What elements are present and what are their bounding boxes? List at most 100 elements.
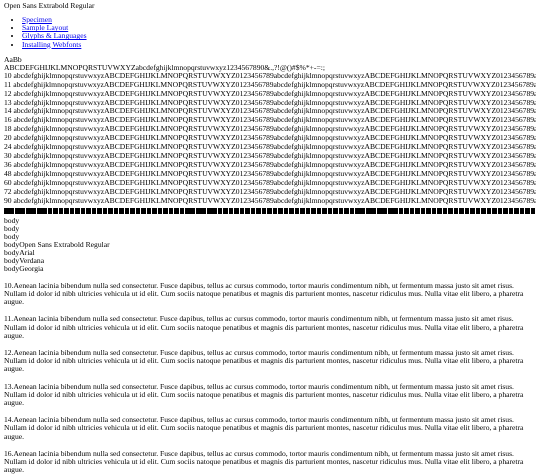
glyph-block bbox=[344, 208, 349, 214]
glyph-block bbox=[278, 208, 283, 214]
glyph-block bbox=[487, 208, 492, 214]
glyph-block bbox=[333, 208, 338, 214]
glyph-block bbox=[59, 208, 64, 214]
glyph-block bbox=[520, 208, 525, 214]
size-row: 60 abcdefghijklmnopqrstuvwxyzABCDEFGHIJK… bbox=[4, 179, 536, 188]
glyph-block bbox=[465, 208, 470, 214]
page-title: Open Sans Extrabold Regular bbox=[4, 2, 536, 10]
glyph-block bbox=[245, 208, 250, 214]
size-row: 30 abcdefghijklmnopqrstuvwxyzABCDEFGHIJK… bbox=[4, 152, 536, 161]
glyph-block bbox=[31, 208, 36, 214]
font-compare-line: bodyArial bbox=[4, 249, 536, 257]
size-row: 16 abcdefghijklmnopqrstuvwxyzABCDEFGHIJK… bbox=[4, 116, 536, 125]
glyph-block bbox=[300, 208, 305, 214]
glyph-block bbox=[201, 208, 206, 214]
glyph-block bbox=[317, 208, 322, 214]
glyph-block bbox=[481, 208, 486, 214]
paragraph-samples: 10.Aenean lacinia bibendum nulla sed con… bbox=[4, 282, 536, 474]
glyph-block bbox=[295, 208, 300, 214]
nav-link-installing-webfonts[interactable]: Installing Webfonts bbox=[22, 40, 81, 49]
glyph-block bbox=[306, 208, 311, 214]
glyph-block bbox=[86, 208, 91, 214]
glyph-block bbox=[492, 208, 497, 214]
glyph-block bbox=[185, 208, 190, 214]
glyph-block bbox=[525, 208, 530, 214]
nav-item-specimen: Specimen bbox=[22, 16, 536, 24]
glyph-block bbox=[415, 208, 420, 214]
glyph-block bbox=[509, 208, 514, 214]
nav-item-glyphs-languages: Glyphs & Languages bbox=[22, 32, 536, 40]
glyph-block bbox=[377, 208, 382, 214]
glyph-block bbox=[212, 208, 217, 214]
size-row: 90 abcdefghijklmnopqrstuvwxyzABCDEFGHIJK… bbox=[4, 197, 536, 206]
glyph-block bbox=[454, 208, 459, 214]
glyph-block bbox=[20, 208, 25, 214]
glyph-block bbox=[130, 208, 135, 214]
glyph-block bbox=[289, 208, 294, 214]
glyph-block bbox=[207, 208, 212, 214]
glyph-block bbox=[388, 208, 393, 214]
glyph-block bbox=[262, 208, 267, 214]
missing-glyph-blocks bbox=[4, 208, 536, 215]
glyph-block bbox=[136, 208, 141, 214]
glyph-block bbox=[92, 208, 97, 214]
glyph-block bbox=[64, 208, 69, 214]
glyph-block bbox=[190, 208, 195, 214]
glyph-block bbox=[240, 208, 245, 214]
glyph-block bbox=[339, 208, 344, 214]
glyph-block bbox=[448, 208, 453, 214]
glyph-block bbox=[459, 208, 464, 214]
size-rows: 10 abcdefghijklmnopqrstuvwxyzABCDEFGHIJK… bbox=[4, 72, 536, 206]
glyph-block bbox=[251, 208, 256, 214]
glyph-block bbox=[75, 208, 80, 214]
paragraph-sample: 16.Aenean lacinia bibendum nulla sed con… bbox=[4, 450, 536, 474]
glyph-block bbox=[273, 208, 278, 214]
glyph-block bbox=[399, 208, 404, 214]
glyph-block bbox=[223, 208, 228, 214]
glyph-block bbox=[158, 208, 163, 214]
glyph-block bbox=[15, 208, 20, 214]
glyph-block bbox=[311, 208, 316, 214]
glyph-block bbox=[119, 208, 124, 214]
glyph-block bbox=[169, 208, 174, 214]
font-comparison: body body body bodyOpen Sans Extrabold R… bbox=[4, 217, 536, 272]
glyph-block bbox=[196, 208, 201, 214]
nav-list: Specimen Sample Layout Glyphs & Language… bbox=[4, 16, 536, 49]
glyph-block bbox=[366, 208, 371, 214]
glyph-block bbox=[70, 208, 75, 214]
glyph-block bbox=[284, 208, 289, 214]
paragraph-sample: 13.Aenean lacinia bibendum nulla sed con… bbox=[4, 383, 536, 408]
paragraph-sample: 11.Aenean lacinia bibendum nulla sed con… bbox=[4, 315, 536, 340]
size-row: 12 abcdefghijklmnopqrstuvwxyzABCDEFGHIJK… bbox=[4, 90, 536, 99]
glyph-block bbox=[114, 208, 119, 214]
font-compare-line: bodyOpen Sans Extrabold Regular bbox=[4, 241, 536, 249]
glyph-block bbox=[404, 208, 409, 214]
glyph-block bbox=[426, 208, 431, 214]
glyph-block bbox=[218, 208, 223, 214]
glyph-block bbox=[322, 208, 327, 214]
glyph-block bbox=[350, 208, 355, 214]
glyph-block bbox=[498, 208, 503, 214]
sample-aabb: AaBb bbox=[4, 56, 536, 64]
glyph-block bbox=[4, 208, 9, 214]
glyph-block bbox=[9, 208, 14, 214]
glyph-block bbox=[234, 208, 239, 214]
glyph-block bbox=[443, 208, 448, 214]
glyph-block bbox=[531, 208, 536, 214]
glyph-block bbox=[360, 208, 365, 214]
alphabet-sample: ABCDEFGHIJKLMNOPQRSTUVWXYZabcdefghijklmn… bbox=[4, 64, 536, 72]
paragraph-sample: 10.Aenean lacinia bibendum nulla sed con… bbox=[4, 282, 536, 307]
glyph-block bbox=[437, 208, 442, 214]
glyph-block bbox=[476, 208, 481, 214]
glyph-block bbox=[26, 208, 31, 214]
size-row: 36 abcdefghijklmnopqrstuvwxyzABCDEFGHIJK… bbox=[4, 161, 536, 170]
glyph-block bbox=[470, 208, 475, 214]
glyph-block bbox=[371, 208, 376, 214]
glyph-block bbox=[382, 208, 387, 214]
font-compare-line: body bbox=[4, 225, 536, 233]
paragraph-sample: 12.Aenean lacinia bibendum nulla sed con… bbox=[4, 349, 536, 374]
size-row: 13 abcdefghijklmnopqrstuvwxyzABCDEFGHIJK… bbox=[4, 99, 536, 108]
size-row: 48 abcdefghijklmnopqrstuvwxyzABCDEFGHIJK… bbox=[4, 170, 536, 179]
nav-item-installing-webfonts: Installing Webfonts bbox=[22, 41, 536, 49]
glyph-block bbox=[141, 208, 146, 214]
